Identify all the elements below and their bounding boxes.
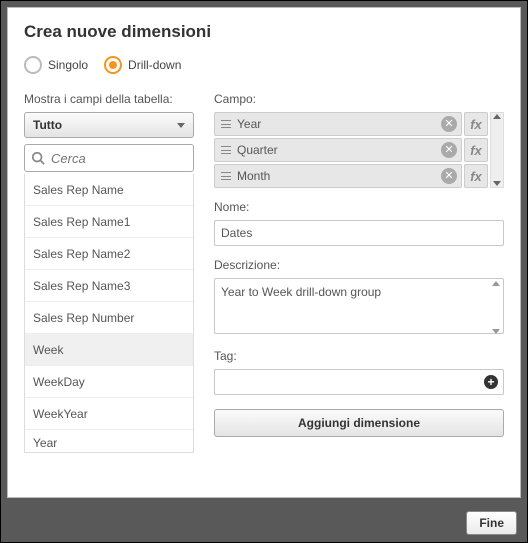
- create-dimensions-dialog: Crea nuove dimensioni Singolo Drill-down…: [7, 7, 521, 498]
- list-item[interactable]: WeekYear: [25, 398, 193, 430]
- drag-handle-icon[interactable]: [221, 120, 231, 128]
- campo-area: Year ✕ fx Quarter ✕ fx: [214, 112, 504, 188]
- left-column: Mostra i campi della tabella: Tutto Sale…: [24, 92, 194, 453]
- campo-label: Campo:: [214, 92, 504, 106]
- scroll-down-icon[interactable]: [492, 329, 500, 334]
- radio-single-label: Singolo: [48, 58, 88, 72]
- field-list: Sales Rep Name Sales Rep Name1 Sales Rep…: [24, 174, 194, 453]
- list-item[interactable]: Sales Rep Name1: [25, 206, 193, 238]
- add-tag-icon[interactable]: +: [484, 375, 498, 389]
- list-item[interactable]: Year: [25, 430, 193, 452]
- radio-unchecked-icon: [24, 56, 42, 74]
- clear-icon[interactable]: ✕: [441, 116, 457, 132]
- tag-input[interactable]: [214, 369, 504, 395]
- dialog-title: Crea nuove dimensioni: [24, 22, 504, 42]
- clear-icon[interactable]: ✕: [441, 142, 457, 158]
- radio-single[interactable]: Singolo: [24, 56, 88, 74]
- fx-button[interactable]: fx: [464, 112, 488, 136]
- add-dimension-button[interactable]: Aggiungi dimensione: [214, 409, 504, 437]
- scroll-down-icon[interactable]: [493, 181, 501, 186]
- search-icon: [31, 151, 45, 165]
- right-column: Campo: Year ✕ fx: [214, 92, 504, 437]
- list-item[interactable]: Sales Rep Name2: [25, 238, 193, 270]
- campo-row: Month ✕ fx: [214, 164, 488, 188]
- chevron-down-icon: [177, 123, 185, 128]
- campo-list: Year ✕ fx Quarter ✕ fx: [214, 112, 488, 188]
- nome-label: Nome:: [214, 200, 504, 214]
- list-item[interactable]: Week: [25, 334, 193, 366]
- tag-label: Tag:: [214, 349, 504, 363]
- list-item[interactable]: Sales Rep Name: [25, 174, 193, 206]
- scroll-up-icon[interactable]: [493, 114, 501, 119]
- done-button[interactable]: Fine: [466, 511, 517, 535]
- clear-icon[interactable]: ✕: [441, 168, 457, 184]
- campo-text: Quarter: [237, 143, 441, 157]
- list-item[interactable]: WeekDay: [25, 366, 193, 398]
- type-radio-group: Singolo Drill-down: [24, 56, 504, 74]
- desc-scrollbar[interactable]: [489, 279, 503, 336]
- scroll-up-icon[interactable]: [492, 281, 500, 286]
- campo-text: Month: [237, 169, 441, 183]
- campo-chip[interactable]: Year ✕: [214, 112, 462, 136]
- radio-drilldown-label: Drill-down: [128, 58, 181, 72]
- descrizione-label: Descrizione:: [214, 258, 504, 272]
- table-fields-label: Mostra i campi della tabella:: [24, 92, 194, 106]
- radio-drilldown[interactable]: Drill-down: [104, 56, 181, 74]
- search-field[interactable]: [24, 144, 194, 172]
- campo-chip[interactable]: Quarter ✕: [214, 138, 462, 162]
- campo-row: Year ✕ fx: [214, 112, 488, 136]
- fx-button[interactable]: fx: [464, 164, 488, 188]
- campo-chip[interactable]: Month ✕: [214, 164, 462, 188]
- drag-handle-icon[interactable]: [221, 172, 231, 180]
- drag-handle-icon[interactable]: [221, 146, 231, 154]
- search-input[interactable]: [51, 151, 229, 166]
- radio-checked-icon: [104, 56, 122, 74]
- descrizione-input[interactable]: [214, 278, 504, 334]
- list-item[interactable]: Sales Rep Number: [25, 302, 193, 334]
- nome-input[interactable]: [214, 220, 504, 246]
- campo-text: Year: [237, 117, 441, 131]
- fx-button[interactable]: fx: [464, 138, 488, 162]
- campo-row: Quarter ✕ fx: [214, 138, 488, 162]
- list-item[interactable]: Sales Rep Name3: [25, 270, 193, 302]
- table-select[interactable]: Tutto: [24, 112, 194, 138]
- dialog-footer: Fine: [1, 504, 527, 542]
- table-select-value: Tutto: [33, 118, 62, 132]
- campo-scrollbar[interactable]: [490, 112, 504, 188]
